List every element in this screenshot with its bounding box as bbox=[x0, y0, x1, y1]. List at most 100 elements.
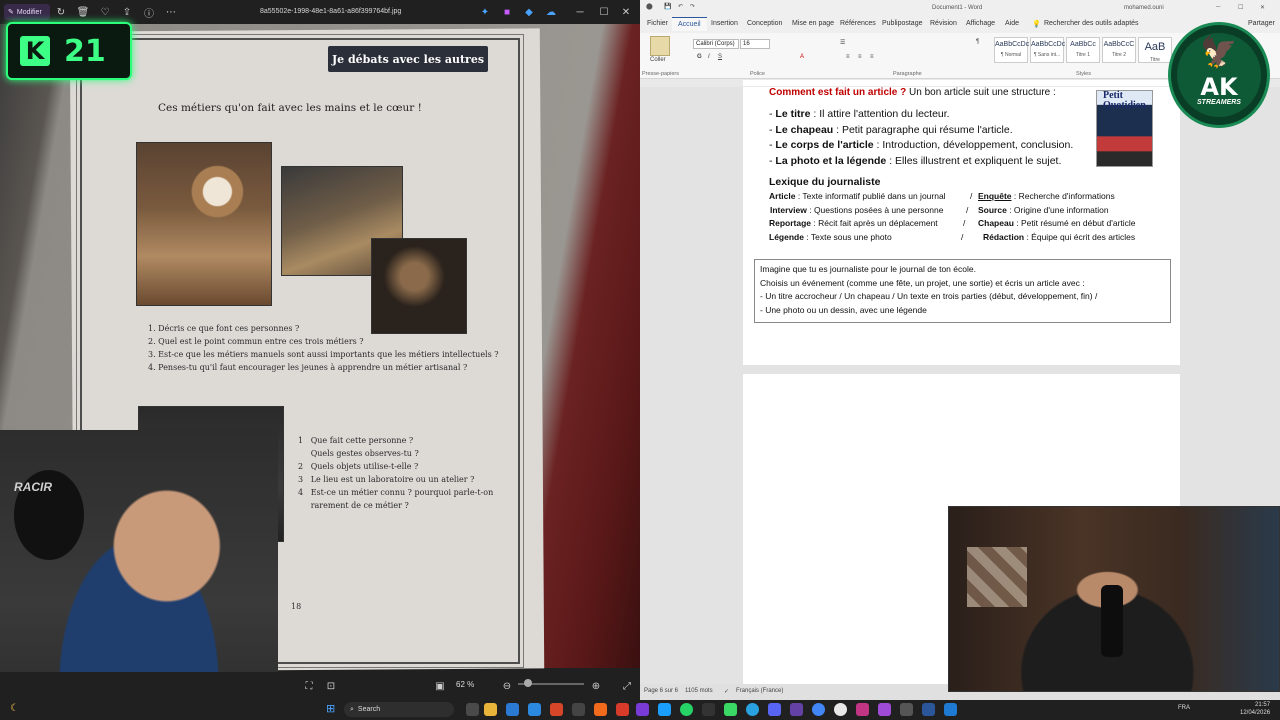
zoom-level[interactable]: 62 % bbox=[456, 680, 474, 689]
align-left-icon[interactable]: ≡ bbox=[846, 54, 850, 60]
app-icon-7[interactable] bbox=[856, 703, 869, 716]
app-icon-5[interactable] bbox=[724, 703, 737, 716]
steam-icon[interactable] bbox=[658, 703, 671, 716]
photos-icon[interactable] bbox=[944, 703, 957, 716]
language-indicator[interactable]: FRA bbox=[1178, 705, 1190, 711]
close-icon[interactable]: ✕ bbox=[618, 4, 634, 20]
brave-icon[interactable] bbox=[594, 703, 607, 716]
paste-icon[interactable] bbox=[650, 36, 670, 56]
twitch-icon[interactable] bbox=[790, 703, 803, 716]
app-icon-8[interactable] bbox=[878, 703, 891, 716]
paragraph-marks-icon[interactable]: ¶ bbox=[976, 39, 979, 45]
user-name[interactable]: mohamed.ouni bbox=[1124, 5, 1164, 11]
style-preview: AaBbCc bbox=[1070, 41, 1096, 48]
edge-icon[interactable] bbox=[506, 703, 519, 716]
undo-icon[interactable]: ↶ bbox=[678, 3, 683, 10]
tab-aide[interactable]: Aide bbox=[1005, 20, 1019, 27]
app-icon-1[interactable] bbox=[550, 703, 563, 716]
word-count[interactable]: 1105 mots bbox=[685, 688, 713, 694]
autosave-toggle-icon[interactable]: ⬤ bbox=[646, 3, 653, 10]
fit-icon[interactable]: ⊡ bbox=[324, 679, 338, 693]
tab-insertion[interactable]: Insertion bbox=[711, 20, 738, 27]
clock[interactable]: 21:57 12/04/2026 bbox=[1240, 701, 1270, 717]
discord-icon[interactable] bbox=[768, 703, 781, 716]
app-icon-9[interactable] bbox=[900, 703, 913, 716]
clipchamp-icon[interactable]: ◆ bbox=[522, 5, 536, 19]
align-center-icon[interactable]: ≡ bbox=[858, 54, 862, 60]
edit-button[interactable]: ✎ Modifier bbox=[4, 4, 50, 20]
word-icon[interactable] bbox=[922, 703, 935, 716]
bullet-term: La photo et la légende bbox=[775, 155, 887, 167]
weather-icon[interactable]: ☾ bbox=[10, 703, 19, 714]
tab-revision[interactable]: Révision bbox=[930, 20, 957, 27]
redo-icon[interactable]: ↷ bbox=[690, 3, 695, 10]
style-no-spacing[interactable]: AaBbCcDc ¶ Sans int... bbox=[1030, 37, 1066, 63]
obs-icon[interactable] bbox=[636, 703, 649, 716]
zoom-slider-thumb[interactable] bbox=[524, 679, 532, 687]
maximize-icon[interactable]: ☐ bbox=[596, 4, 612, 20]
onedrive-icon[interactable]: ☁ bbox=[544, 5, 558, 19]
style-title[interactable]: AaB Titre bbox=[1138, 37, 1172, 63]
tab-accueil[interactable]: Accueil bbox=[672, 17, 707, 31]
tab-affichage[interactable]: Affichage bbox=[966, 20, 995, 27]
minimize-icon[interactable]: ─ bbox=[572, 4, 588, 20]
telegram-icon[interactable] bbox=[746, 703, 759, 716]
favorite-icon[interactable]: ♡ bbox=[98, 5, 112, 19]
app-icon-6[interactable] bbox=[834, 703, 847, 716]
store-icon[interactable] bbox=[528, 703, 541, 716]
tab-mise-en-page[interactable]: Mise en page bbox=[792, 20, 834, 27]
start-icon[interactable]: ⊞ bbox=[326, 702, 335, 715]
page-heading: Ces métiers qu'on fait avec les mains et… bbox=[158, 102, 422, 114]
zoom-in-icon[interactable]: ⊕ bbox=[589, 679, 603, 693]
edit-app-icon[interactable]: ✦ bbox=[478, 5, 492, 19]
font-color-icon[interactable]: A bbox=[800, 54, 804, 60]
style-normal[interactable]: AaBbCcDc ¶ Normal bbox=[994, 37, 1029, 63]
font-size-select[interactable]: 16 bbox=[740, 39, 770, 49]
paste-label[interactable]: Coller bbox=[650, 57, 666, 63]
app-icon-2[interactable] bbox=[572, 703, 585, 716]
italic-icon[interactable]: I bbox=[708, 54, 710, 60]
bullets-icon[interactable]: ☰ bbox=[840, 39, 845, 46]
lex-def: : Petit résumé en début d'article bbox=[1013, 218, 1136, 228]
language-indicator[interactable]: Français (France) bbox=[736, 688, 783, 694]
share-button[interactable]: Partager bbox=[1248, 20, 1275, 27]
underline-icon[interactable]: S bbox=[718, 54, 722, 60]
list-item: Quels gestes observes-tu ? bbox=[298, 449, 419, 458]
app-icon-4[interactable] bbox=[702, 703, 715, 716]
tab-conception[interactable]: Conception bbox=[747, 20, 782, 27]
tab-publipostage[interactable]: Publipostage bbox=[882, 20, 922, 27]
tab-fichier[interactable]: Fichier bbox=[647, 20, 668, 27]
fullscreen-icon[interactable]: ⛶ bbox=[302, 679, 316, 693]
expand-icon[interactable]: ⤢ bbox=[620, 679, 634, 693]
align-right-icon[interactable]: ≡ bbox=[870, 54, 874, 60]
page-indicator[interactable]: Page 6 sur 6 bbox=[644, 688, 678, 694]
font-name-select[interactable]: Calibri (Corps) bbox=[693, 39, 739, 49]
delete-icon[interactable]: 🗑 bbox=[76, 5, 90, 19]
chrome-icon[interactable] bbox=[812, 703, 825, 716]
file-explorer-icon[interactable] bbox=[484, 703, 497, 716]
minimize-icon[interactable]: ─ bbox=[1216, 4, 1220, 10]
share-icon[interactable]: ⇪ bbox=[120, 5, 134, 19]
tab-references[interactable]: Références bbox=[840, 20, 876, 27]
whatsapp-icon[interactable] bbox=[680, 703, 693, 716]
style-preview: AaBbCcDc bbox=[1031, 41, 1066, 48]
spellcheck-icon[interactable]: ✓ bbox=[724, 688, 729, 695]
info-icon[interactable]: ⓘ bbox=[142, 5, 156, 20]
zoom-out-icon[interactable]: ⊖ bbox=[500, 679, 514, 693]
app-icon-3[interactable] bbox=[616, 703, 629, 716]
save-icon[interactable]: 💾 bbox=[664, 3, 671, 10]
newspaper-image[interactable]: Petit Quotidien bbox=[1096, 90, 1153, 167]
style-heading-2[interactable]: AaBbCcC Titre 2 bbox=[1102, 37, 1136, 63]
maximize-icon[interactable]: ☐ bbox=[1238, 4, 1243, 11]
taskbar-search[interactable]: ⌕ Search bbox=[344, 702, 454, 717]
image-icon[interactable]: ▣ bbox=[433, 679, 447, 693]
task-view-icon[interactable] bbox=[466, 703, 479, 716]
tell-me-search[interactable]: Rechercher des outils adaptés bbox=[1044, 20, 1139, 27]
close-icon[interactable]: ✕ bbox=[1260, 4, 1265, 11]
rotate-icon[interactable]: ↻ bbox=[54, 5, 68, 19]
bold-icon[interactable]: G bbox=[697, 54, 702, 60]
wall-frames bbox=[967, 547, 1027, 607]
style-heading-1[interactable]: AaBbCc Titre 1 bbox=[1066, 37, 1100, 63]
designer-icon[interactable]: ■ bbox=[500, 5, 514, 19]
more-icon[interactable]: ⋯ bbox=[164, 5, 178, 19]
